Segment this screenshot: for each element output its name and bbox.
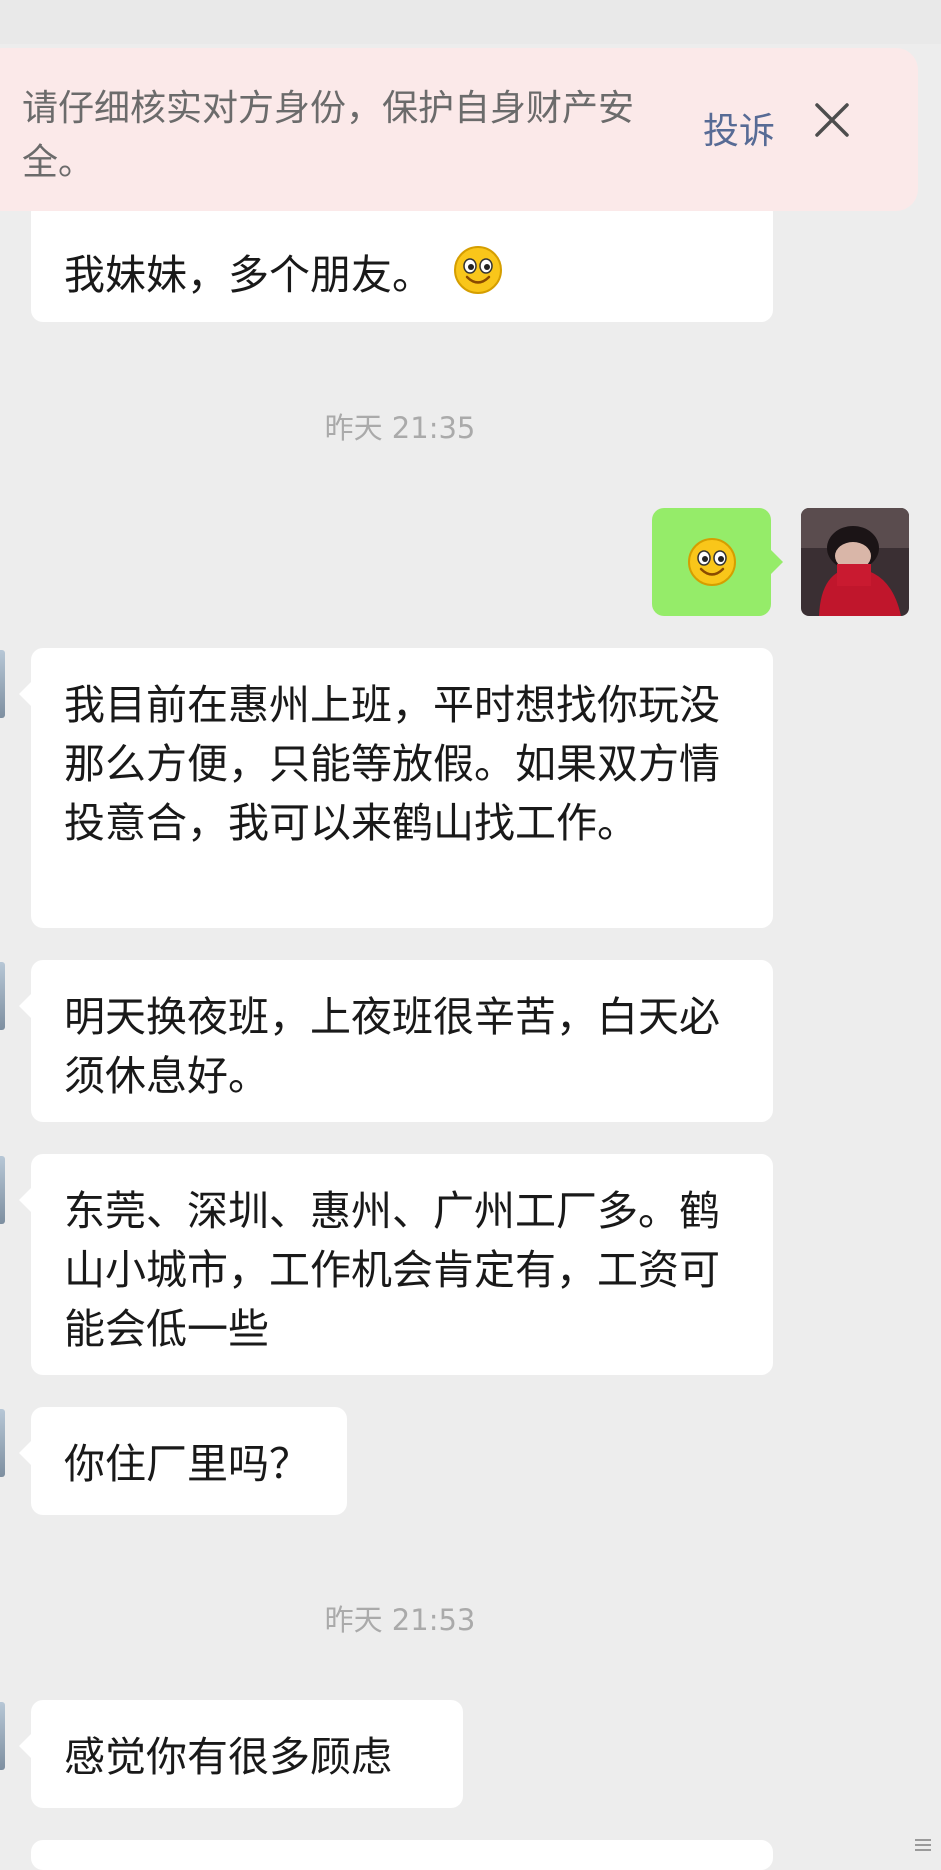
- menu-icon: [913, 1836, 933, 1854]
- message-bubble-3[interactable]: 东莞、深圳、惠州、广州工厂多。鹤山小城市，工作机会肯定有，工资可能会低一些: [19, 1154, 773, 1375]
- message-text: 东莞、深圳、惠州、广州工厂多。鹤山小城市，工作机会肯定有，工资可能会低一些: [64, 1187, 720, 1353]
- timestamp: 昨天 21:35: [324, 411, 476, 445]
- message-bubble-1[interactable]: 我目前在惠州上班，平时想找你玩没那么方便，只能等放假。如果双方情投意合，我可以来…: [19, 648, 773, 928]
- message-bubble-5[interactable]: 感觉你有很多顾虑: [19, 1700, 463, 1808]
- top-bar: [0, 0, 941, 44]
- my-avatar[interactable]: [801, 508, 909, 616]
- message-text: 明天换夜班，上夜班很辛苦，白天必须休息好。: [64, 993, 720, 1100]
- message-text: 我妹妹，多个朋友。: [64, 251, 433, 299]
- warning-text: 请仔细核实对方身份，保护自身财产安全。: [22, 88, 635, 183]
- report-link[interactable]: 投诉: [703, 102, 775, 154]
- smile-emoji-icon: [452, 244, 504, 312]
- contact-avatar[interactable]: [0, 1156, 5, 1224]
- message-bubble-2[interactable]: 明天换夜班，上夜班很辛苦，白天必须休息好。: [19, 960, 773, 1122]
- smile-emoji-icon: [686, 536, 738, 604]
- contact-avatar[interactable]: [0, 1702, 5, 1770]
- contact-avatar[interactable]: [0, 962, 5, 1030]
- timestamp: 昨天 21:53: [324, 1603, 476, 1637]
- contact-avatar[interactable]: [0, 650, 5, 718]
- my-message-bubble[interactable]: [652, 508, 783, 616]
- message-text: 感觉你有很多顾虑: [64, 1733, 392, 1781]
- close-icon[interactable]: [810, 98, 854, 142]
- safety-warning-banner: 请仔细核实对方身份，保护自身财产安全。 投诉: [0, 48, 918, 211]
- message-bubble-partial[interactable]: [31, 1840, 773, 1870]
- message-text: 我目前在惠州上班，平时想找你玩没那么方便，只能等放假。如果双方情投意合，我可以来…: [64, 681, 720, 847]
- message-text: 你住厂里吗？: [64, 1440, 310, 1488]
- contact-avatar[interactable]: [0, 1409, 5, 1477]
- message-bubble-0[interactable]: 我妹妹，多个朋友。: [31, 200, 773, 322]
- message-bubble-4[interactable]: 你住厂里吗？: [19, 1407, 347, 1515]
